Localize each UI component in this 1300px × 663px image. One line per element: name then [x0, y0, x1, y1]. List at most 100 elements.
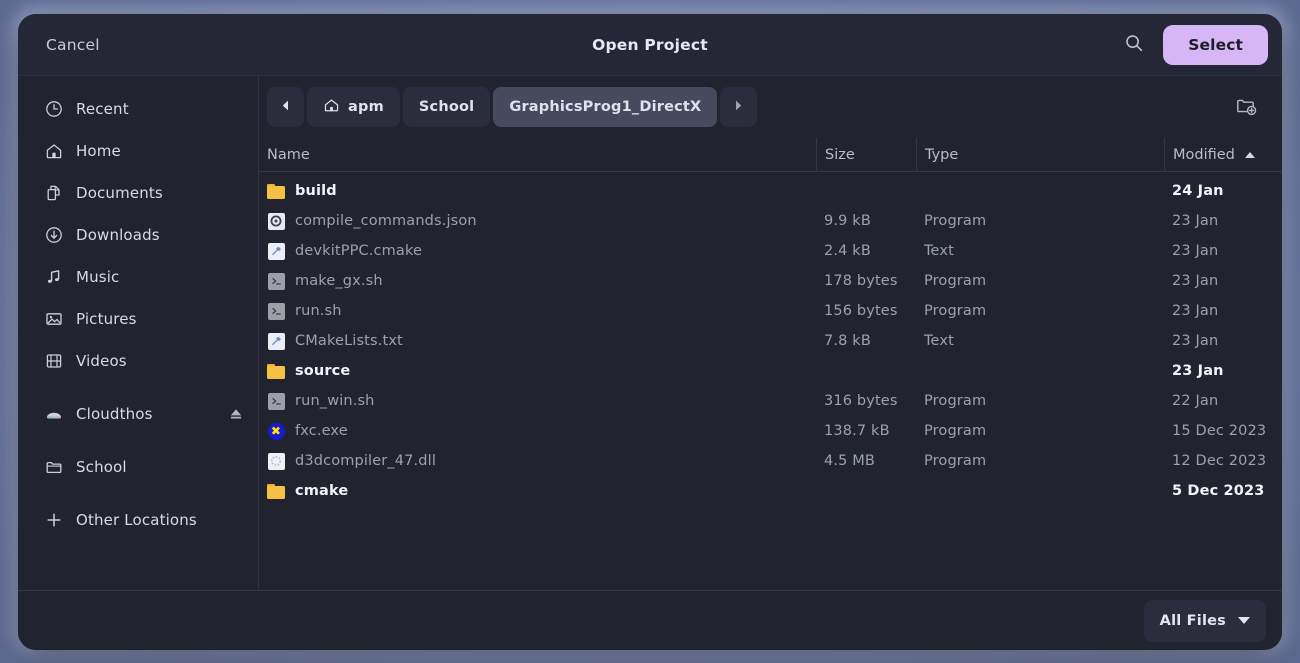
search-button[interactable] [1115, 26, 1153, 64]
sidebar-item-videos[interactable]: Videos [18, 340, 258, 382]
chevron-left-icon [280, 99, 291, 116]
sidebar-item-label: Home [76, 142, 121, 160]
column-header-label: Size [825, 146, 855, 163]
cancel-button[interactable]: Cancel [30, 28, 116, 62]
sidebar-item-documents[interactable]: Documents [18, 172, 258, 214]
file-row[interactable]: source 23 Jan [259, 356, 1282, 386]
music-note-icon [44, 268, 63, 287]
file-name: fxc.exe [295, 423, 348, 439]
folder-icon [267, 182, 285, 200]
file-size-cell: 178 bytes [824, 273, 898, 289]
download-icon [44, 226, 63, 245]
file-modified-cell: 24 Jan [1172, 183, 1224, 199]
sidebar-item-pictures[interactable]: Pictures [18, 298, 258, 340]
new-folder-icon [1235, 95, 1257, 120]
open-project-dialog: Cancel Open Project Select Recent Home D… [18, 14, 1282, 650]
folder-icon [267, 362, 285, 380]
sidebar-item-school[interactable]: School [18, 446, 258, 488]
file-row[interactable]: make_gx.sh 178 bytes Program 23 Jan [259, 266, 1282, 296]
file-row[interactable]: build 24 Jan [259, 176, 1282, 206]
file-name: cmake [295, 483, 349, 499]
column-header-modified[interactable]: Modified [1164, 137, 1282, 172]
sidebar-item-label: Pictures [76, 310, 137, 328]
file-filter-label: All Files [1159, 612, 1226, 629]
file-row[interactable]: compile_commands.json 9.9 kB Program 23 Jan [259, 206, 1282, 236]
breadcrumb-item-school[interactable]: School [402, 87, 491, 127]
file-row[interactable]: devkitPPC.cmake 2.4 kB Text 23 Jan [259, 236, 1282, 266]
sidebar-divider-gap-2 [18, 435, 258, 446]
drive-icon [44, 405, 63, 424]
back-button[interactable] [267, 87, 304, 127]
dll-file-icon [267, 452, 285, 470]
file-name: source [295, 363, 351, 379]
select-button[interactable]: Select [1163, 24, 1268, 65]
file-name: build [295, 183, 337, 199]
file-type-cell: Program [924, 453, 987, 469]
sidebar-item-home[interactable]: Home [18, 130, 258, 172]
file-modified-cell: 22 Jan [1172, 393, 1219, 409]
file-row[interactable]: run_win.sh 316 bytes Program 22 Jan [259, 386, 1282, 416]
forward-button[interactable] [720, 87, 758, 127]
sidebar-divider-gap [18, 382, 258, 393]
file-name: make_gx.sh [295, 273, 383, 289]
sidebar-item-label: Recent [76, 100, 129, 118]
file-list[interactable]: build 24 Jan compile_commands.json 9.9 kB Pr… [259, 172, 1282, 590]
sidebar-item-recent[interactable]: Recent [18, 88, 258, 130]
sidebar-item-label: Music [76, 268, 120, 286]
file-name: d3dcompiler_47.dll [295, 453, 437, 469]
file-row[interactable]: d3dcompiler_47.dll 4.5 MB Program 12 Dec 20… [259, 446, 1282, 476]
folder-icon [44, 458, 63, 477]
home-icon [44, 142, 63, 161]
sidebar-item-other-locations[interactable]: Other Locations [18, 499, 258, 541]
file-modified-cell: 5 Dec 2023 [1172, 483, 1265, 499]
file-row[interactable]: cmake 5 Dec 2023 [259, 476, 1282, 506]
sidebar-item-downloads[interactable]: Downloads [18, 214, 258, 256]
file-row[interactable]: CMakeLists.txt 7.8 kB Text 23 Jan [259, 326, 1282, 356]
file-name-cell: ✖ fxc.exe [259, 422, 816, 440]
file-name: devkitPPC.cmake [295, 243, 423, 259]
file-size-cell: 7.8 kB [824, 333, 871, 349]
header-left-group: Cancel [30, 28, 116, 62]
file-type-cell: Program [924, 423, 987, 439]
file-name-cell: cmake [259, 482, 816, 500]
file-name-cell: source [259, 362, 816, 380]
column-header-name[interactable]: Name [259, 138, 816, 172]
sidebar-divider-gap-3 [18, 488, 258, 499]
new-folder-button[interactable] [1228, 89, 1264, 125]
sort-ascending-icon [1244, 151, 1255, 158]
file-name: CMakeLists.txt [295, 333, 403, 349]
folder-icon [267, 482, 285, 500]
breadcrumb-item-apm[interactable]: apm [307, 87, 400, 127]
file-filter-dropdown[interactable]: All Files [1143, 599, 1266, 642]
file-size-cell: 138.7 kB [824, 423, 890, 439]
file-type-cell: Program [924, 303, 987, 319]
sidebar-item-music[interactable]: Music [18, 256, 258, 298]
file-row[interactable]: ✖ fxc.exe 138.7 kB Program 15 Dec 2023 [259, 416, 1282, 446]
chevron-down-icon [1238, 617, 1250, 624]
file-row[interactable]: run.sh 156 bytes Program 23 Jan [259, 296, 1282, 326]
file-modified-cell: 23 Jan [1172, 333, 1219, 349]
film-icon [44, 352, 63, 371]
file-type-cell: Program [924, 273, 987, 289]
shell-script-icon [267, 302, 285, 320]
file-size-cell: 316 bytes [824, 393, 898, 409]
file-type-cell: Text [924, 333, 954, 349]
eject-icon[interactable] [228, 406, 244, 422]
file-type-cell: Program [924, 393, 987, 409]
sidebar-item-cloudthos[interactable]: Cloudthos [18, 393, 258, 435]
breadcrumb-label: School [418, 99, 475, 115]
column-header-size[interactable]: Size [816, 137, 916, 172]
file-size-cell: 4.5 MB [824, 453, 876, 469]
file-modified-cell: 15 Dec 2023 [1172, 423, 1267, 439]
sidebar-item-label: Other Locations [76, 511, 197, 529]
breadcrumb-item-graphicsprog1-directx[interactable]: GraphicsProg1_DirectX [493, 87, 718, 127]
wine-exe-icon: ✖ [267, 422, 285, 440]
file-type-cell: Program [924, 213, 987, 229]
file-name: compile_commands.json [295, 213, 477, 229]
dialog-header: Cancel Open Project Select [18, 14, 1282, 76]
shell-script-icon [267, 272, 285, 290]
cmake-file-icon [267, 332, 285, 350]
file-modified-cell: 12 Dec 2023 [1172, 453, 1267, 469]
file-name-cell: devkitPPC.cmake [259, 242, 816, 260]
column-header-type[interactable]: Type [916, 137, 1164, 172]
